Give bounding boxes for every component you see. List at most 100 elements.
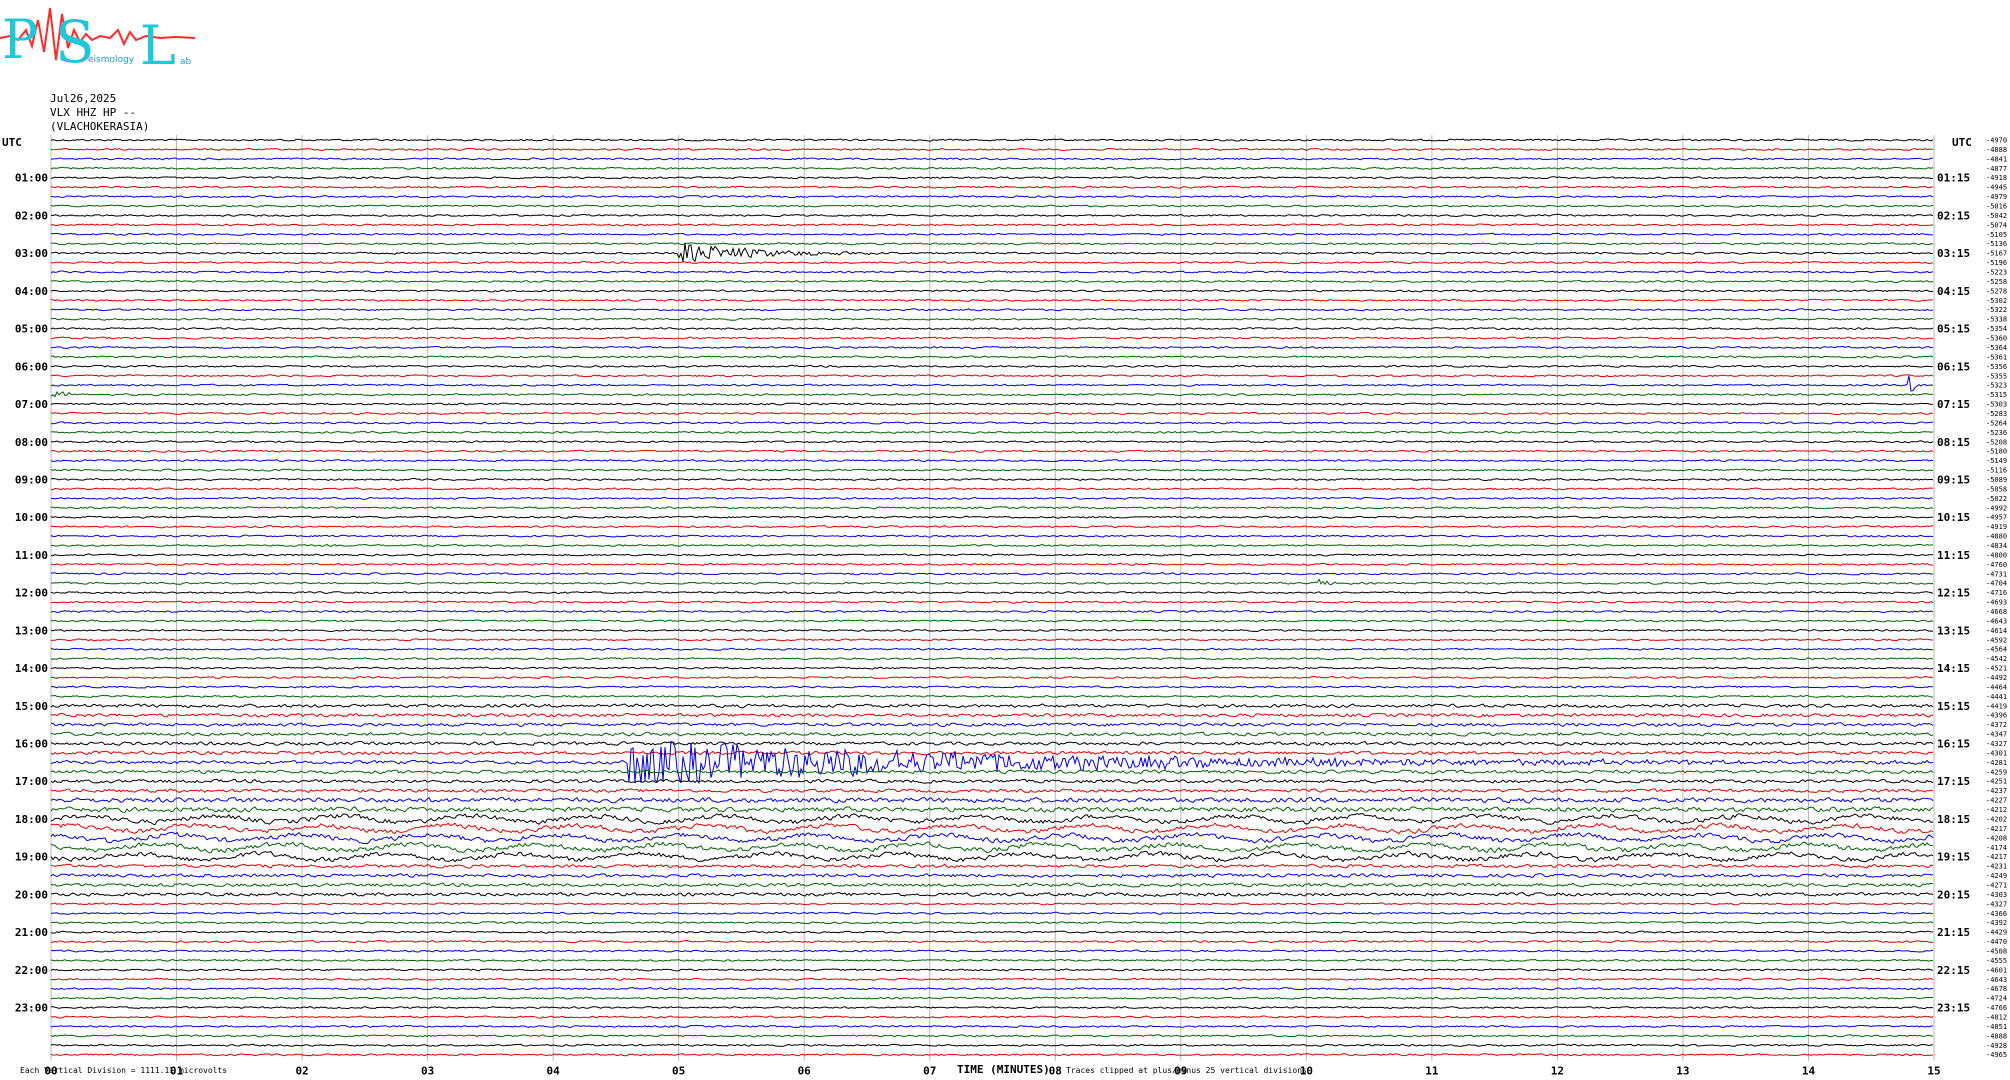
x-tick-label: 13 <box>1676 1065 1689 1078</box>
trace-14 <box>50 270 1934 274</box>
trace-offset-label: -5022 <box>1986 495 2007 503</box>
trace-53 <box>50 638 1934 642</box>
right-hour-label: 03:15 <box>1937 247 1970 260</box>
right-hour-label: 12:15 <box>1937 587 1970 600</box>
trace-offset-label: -4555 <box>1986 957 2007 965</box>
trace-offset-label: -4419 <box>1986 702 2007 710</box>
right-hour-label: 08:15 <box>1937 436 1970 449</box>
trace-66 <box>50 740 1934 785</box>
trace-offset-label: -4928 <box>1986 1042 2007 1050</box>
trace-offset-label: -4992 <box>1986 504 2007 512</box>
trace-34 <box>50 459 1934 463</box>
trace-16 <box>50 289 1934 293</box>
right-hour-label: 17:15 <box>1937 775 1970 788</box>
trace-23 <box>50 355 1934 359</box>
trace-19 <box>50 317 1934 321</box>
left-hour-label: 19:00 <box>15 851 48 864</box>
right-hour-label: 16:15 <box>1937 738 1970 751</box>
trace-56 <box>51 666 1934 670</box>
trace-offset-label: -5042 <box>1986 212 2007 220</box>
trace-54 <box>50 647 1933 651</box>
trace-49 <box>51 600 1934 604</box>
trace-62 <box>50 722 1934 728</box>
footer-vertical-division-note: Each Vertical Division = 1111.11 microvo… <box>20 1066 228 1075</box>
right-hour-label: 23:15 <box>1937 1002 1970 1015</box>
trace-offset-label: -4877 <box>1986 165 2007 173</box>
trace-58 <box>50 685 1933 689</box>
trace-41 <box>50 524 1934 529</box>
trace-offset-label: -4301 <box>1986 749 2007 757</box>
trace-offset-label: -4851 <box>1986 1023 2007 1031</box>
trace-45 <box>50 562 1934 566</box>
trace-offset-label: -5278 <box>1986 287 2007 295</box>
trace-offset-label: -4834 <box>1986 542 2007 550</box>
trace-82 <box>50 911 1934 915</box>
trace-offset-label: -4281 <box>1986 759 2007 767</box>
left-hour-label: 02:00 <box>15 209 48 222</box>
trace-61 <box>50 712 1934 718</box>
trace-85 <box>51 939 1934 944</box>
right-hour-label: 04:15 <box>1937 285 1970 298</box>
trace-71 <box>50 806 1934 813</box>
trace-offset-label: -4231 <box>1986 863 2007 871</box>
trace-68 <box>50 778 1934 784</box>
trace-63 <box>50 731 1934 737</box>
trace-29 <box>50 411 1934 416</box>
trace-69 <box>50 788 1934 794</box>
trace-offset-label: -5089 <box>1986 476 2007 484</box>
right-hour-label: 14:15 <box>1937 662 1970 675</box>
left-hour-label: 18:00 <box>15 813 48 826</box>
x-tick-label: 12 <box>1551 1065 1564 1078</box>
right-hour-label: 20:15 <box>1937 888 1970 901</box>
trace-96 <box>50 1043 1933 1047</box>
trace-offset-label: -5315 <box>1986 391 2007 399</box>
trace-93 <box>50 1015 1934 1019</box>
trace-offset-label: -5149 <box>1986 457 2007 465</box>
trace-78 <box>50 873 1934 878</box>
trace-5 <box>50 185 1934 189</box>
trace-offset-label: -5136 <box>1986 240 2007 248</box>
right-hour-label: 18:15 <box>1937 813 1970 826</box>
trace-32 <box>50 440 1934 444</box>
trace-offset-label: -4259 <box>1986 768 2007 776</box>
right-hour-label: 21:15 <box>1937 926 1970 939</box>
trace-37 <box>50 487 1934 491</box>
left-hour-label: 04:00 <box>15 285 48 298</box>
trace-offset-label: -5356 <box>1986 363 2007 371</box>
trace-offset-label: -5074 <box>1986 221 2007 229</box>
trace-83 <box>50 921 1934 925</box>
trace-76 <box>50 850 1934 863</box>
trace-offset-label: -5180 <box>1986 448 2007 456</box>
trace-offset-label: -4888 <box>1986 146 2007 154</box>
left-hour-label: 12:00 <box>15 587 48 600</box>
trace-offset-label: -4800 <box>1986 551 2007 559</box>
trace-offset-label: -4812 <box>1986 1013 2007 1021</box>
trace-59 <box>50 694 1934 699</box>
trace-13 <box>50 260 1934 265</box>
right-hour-label: 06:15 <box>1937 360 1970 373</box>
trace-17 <box>50 298 1934 302</box>
trace-offset-label: -4766 <box>1986 1004 2007 1012</box>
trace-73 <box>50 822 1934 835</box>
trace-offset-label: -4970 <box>1986 137 2007 145</box>
trace-25 <box>50 374 1934 378</box>
right-hour-label: 13:15 <box>1937 624 1970 637</box>
trace-offset-label: -5258 <box>1986 278 2007 286</box>
trace-offset-label: -5058 <box>1986 485 2007 493</box>
trace-offset-label: -5355 <box>1986 372 2007 380</box>
trace-35 <box>50 468 1934 472</box>
trace-40 <box>50 515 1934 519</box>
trace-8 <box>50 213 1934 218</box>
trace-97 <box>50 1053 1933 1057</box>
trace-offset-label: -4217 <box>1986 825 2007 833</box>
trace-6 <box>51 194 1934 199</box>
trace-80 <box>50 891 1934 897</box>
trace-9 <box>50 223 1934 227</box>
trace-offset-label: -4716 <box>1986 589 2007 597</box>
trace-offset-label: -4227 <box>1986 797 2007 805</box>
trace-offset-label: -5167 <box>1986 250 2007 258</box>
x-tick-label: 14 <box>1802 1065 1816 1078</box>
trace-offset-label: -4724 <box>1986 995 2007 1003</box>
trace-51 <box>50 619 1934 623</box>
trace-offset-label: -4429 <box>1986 929 2007 937</box>
